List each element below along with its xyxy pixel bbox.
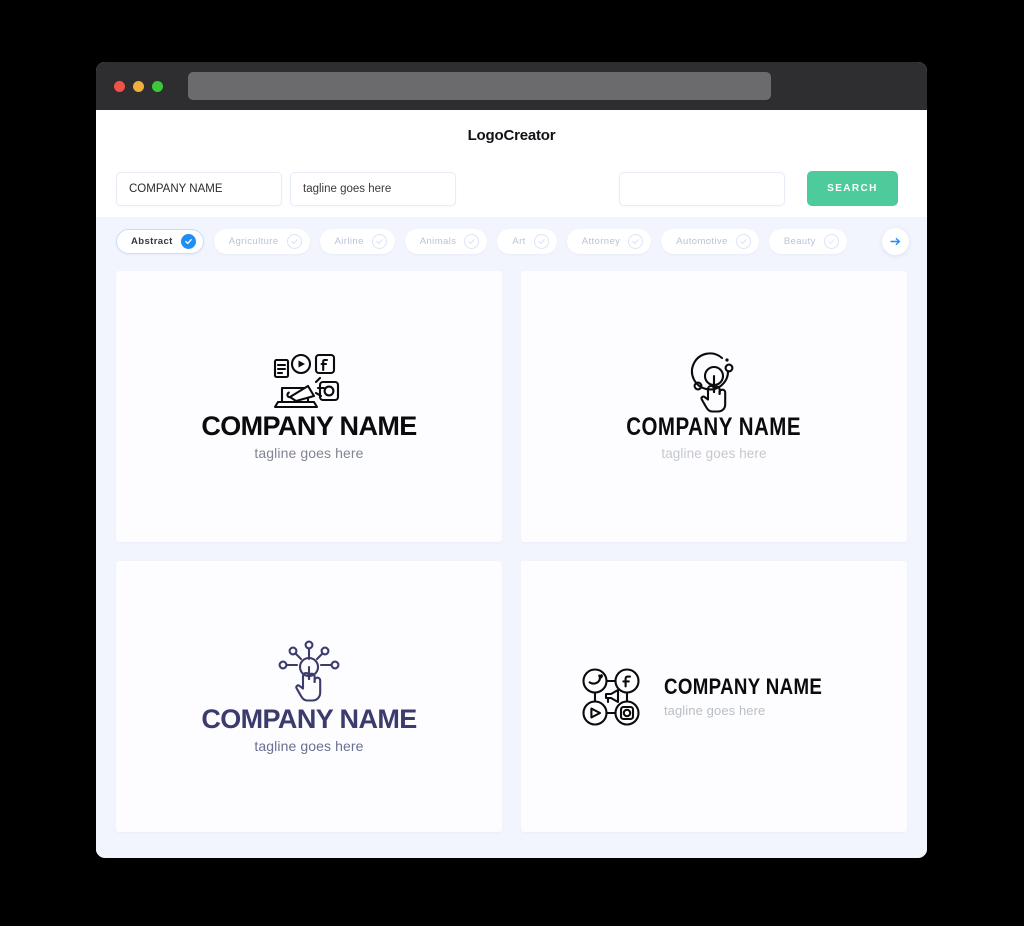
logo-company-name: COMPANY NAME — [201, 703, 417, 734]
company-name-input[interactable]: COMPANY NAME — [116, 171, 282, 206]
logo-card[interactable]: COMPANY NAME tagline goes here — [521, 561, 907, 832]
social-network-megaphone-icon — [578, 664, 644, 730]
category-chip-label: Beauty — [783, 235, 816, 247]
category-chip-animals[interactable]: Animals — [404, 228, 488, 254]
check-circle-icon — [464, 233, 480, 249]
arrow-right-icon — [890, 237, 901, 245]
logo-company-name: COMPANY NAME — [201, 410, 417, 441]
logo-company-name: COMPANY NAME — [626, 413, 802, 442]
browser-window: LogoCreator COMPANY NAME tagline goes he… — [96, 62, 927, 858]
page-title: LogoCreator — [467, 126, 556, 144]
category-chip-label: Agriculture — [228, 235, 279, 247]
tagline-input[interactable]: tagline goes here — [290, 171, 456, 206]
check-circle-icon — [180, 233, 196, 249]
category-chip-abstract[interactable]: Abstract — [116, 228, 204, 254]
check-circle-icon — [286, 233, 302, 249]
category-chip-airline[interactable]: Airline — [319, 228, 395, 254]
logo-card[interactable]: COMPANY NAME tagline goes here — [116, 271, 502, 542]
logo-tagline: tagline goes here — [661, 445, 767, 461]
keyword-input[interactable] — [619, 171, 785, 206]
check-circle-icon — [823, 233, 839, 249]
logo-company-name: COMPANY NAME — [663, 673, 823, 699]
close-window-icon[interactable] — [114, 80, 125, 92]
logo-tagline: tagline goes here — [254, 738, 364, 755]
logo-results-grid: COMPANY NAME tagline goes here COMPANY N… — [96, 265, 927, 854]
maximize-window-icon[interactable] — [152, 80, 163, 92]
category-chip-label: Airline — [334, 235, 364, 247]
categories-next-button[interactable] — [882, 227, 909, 255]
check-circle-icon — [371, 233, 387, 249]
category-filter-bar: Abstract Agriculture Airline Animals Art — [96, 217, 927, 265]
category-chip-label: Attorney — [581, 235, 621, 247]
laptop-megaphone-social-icon — [272, 352, 346, 412]
search-toolbar: COMPANY NAME tagline goes here SEARCH — [96, 160, 927, 217]
logo-card-text: COMPANY NAME tagline goes here — [201, 410, 417, 462]
browser-titlebar — [96, 62, 927, 110]
minimize-window-icon[interactable] — [133, 80, 144, 92]
check-circle-icon — [533, 233, 549, 249]
hand-touch-signal-icon — [686, 352, 742, 414]
category-chip-beauty[interactable]: Beauty — [768, 228, 847, 254]
category-chip-automotive[interactable]: Automotive — [661, 228, 759, 254]
category-chip-label: Automotive — [676, 235, 728, 247]
category-chip-art[interactable]: Art — [497, 228, 557, 254]
hand-network-nodes-icon — [274, 639, 344, 705]
logo-tagline: tagline goes here — [254, 445, 364, 462]
category-chip-attorney[interactable]: Attorney — [566, 228, 652, 254]
app-header: LogoCreator — [96, 110, 927, 160]
logo-card[interactable]: COMPANY NAME tagline goes here — [116, 561, 502, 832]
category-chip-agriculture[interactable]: Agriculture — [213, 228, 310, 254]
logo-card[interactable]: COMPANY NAME tagline goes here — [521, 271, 907, 542]
check-circle-icon — [628, 233, 644, 249]
logo-tagline: tagline goes here — [663, 703, 766, 719]
url-bar[interactable] — [188, 72, 771, 100]
check-circle-icon — [735, 233, 751, 249]
search-button[interactable]: SEARCH — [807, 171, 898, 206]
category-chip-label: Animals — [419, 235, 457, 247]
logo-card-text: COMPANY NAME tagline goes here — [607, 413, 820, 461]
logo-card-text: COMPANY NAME tagline goes here — [201, 703, 417, 755]
category-chip-label: Art — [512, 235, 526, 247]
traffic-lights — [114, 80, 163, 92]
logo-card-text: COMPANY NAME tagline goes here — [664, 675, 850, 718]
category-chip-label: Abstract — [131, 235, 173, 247]
